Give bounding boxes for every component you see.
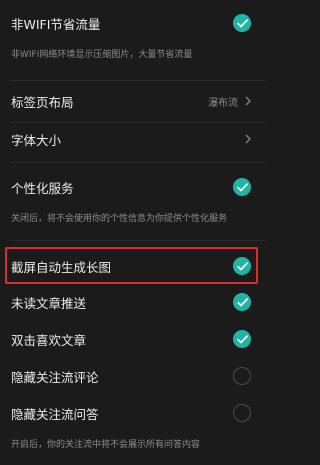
double-tap-like-check-icon[interactable] (233, 330, 251, 348)
wifi-saving-label: 非WIFI节省流量 (11, 16, 101, 32)
personalized-description: 关闭后，将不会使用你的个性信息为你提供个性化服务 (11, 214, 228, 224)
divider (11, 162, 265, 163)
unread-push-label: 未读文章推送 (11, 295, 87, 311)
double-tap-like-label: 双击喜欢文章 (11, 332, 87, 348)
divider (11, 122, 265, 123)
tab-layout-row[interactable]: 标签页布局 瀑布流 (0, 86, 265, 116)
chevron-right-icon (245, 96, 251, 106)
font-size-row[interactable]: 字体大小 (0, 124, 265, 154)
divider (11, 240, 265, 241)
hide-feed-comments-unchecked-icon[interactable] (233, 367, 251, 385)
hide-feed-qa-label: 隐藏关注流问答 (11, 406, 99, 422)
double-tap-like-row[interactable]: 双击喜欢文章 (0, 324, 265, 354)
wifi-saving-row[interactable]: 非WIFI节省流量 (0, 8, 265, 38)
hide-feed-qa-unchecked-icon[interactable] (233, 404, 251, 422)
hide-feed-qa-description: 开启后，你的关注流中将不会展示所有问答内容 (11, 440, 201, 450)
personalized-label: 个性化服务 (11, 180, 74, 196)
wifi-saving-check-icon[interactable] (233, 14, 251, 32)
unread-push-check-icon[interactable] (233, 293, 251, 311)
hide-feed-comments-label: 隐藏关注流评论 (11, 369, 99, 385)
wifi-saving-description: 非WIFI网络环境显示压缩图片，大量节省流量 (11, 50, 193, 60)
unread-push-row[interactable]: 未读文章推送 (0, 287, 265, 317)
personalized-row[interactable]: 个性化服务 (0, 172, 265, 202)
highlight-box (5, 247, 258, 284)
tab-layout-label: 标签页布局 (11, 94, 74, 110)
hide-feed-qa-row[interactable]: 隐藏关注流问答 (0, 398, 265, 428)
tab-layout-value: 瀑布流 (208, 97, 238, 109)
chevron-right-icon (245, 134, 251, 144)
divider (11, 80, 265, 81)
personalized-check-icon[interactable] (233, 178, 251, 196)
hide-feed-comments-row[interactable]: 隐藏关注流评论 (0, 361, 265, 391)
font-size-label: 字体大小 (11, 132, 62, 148)
